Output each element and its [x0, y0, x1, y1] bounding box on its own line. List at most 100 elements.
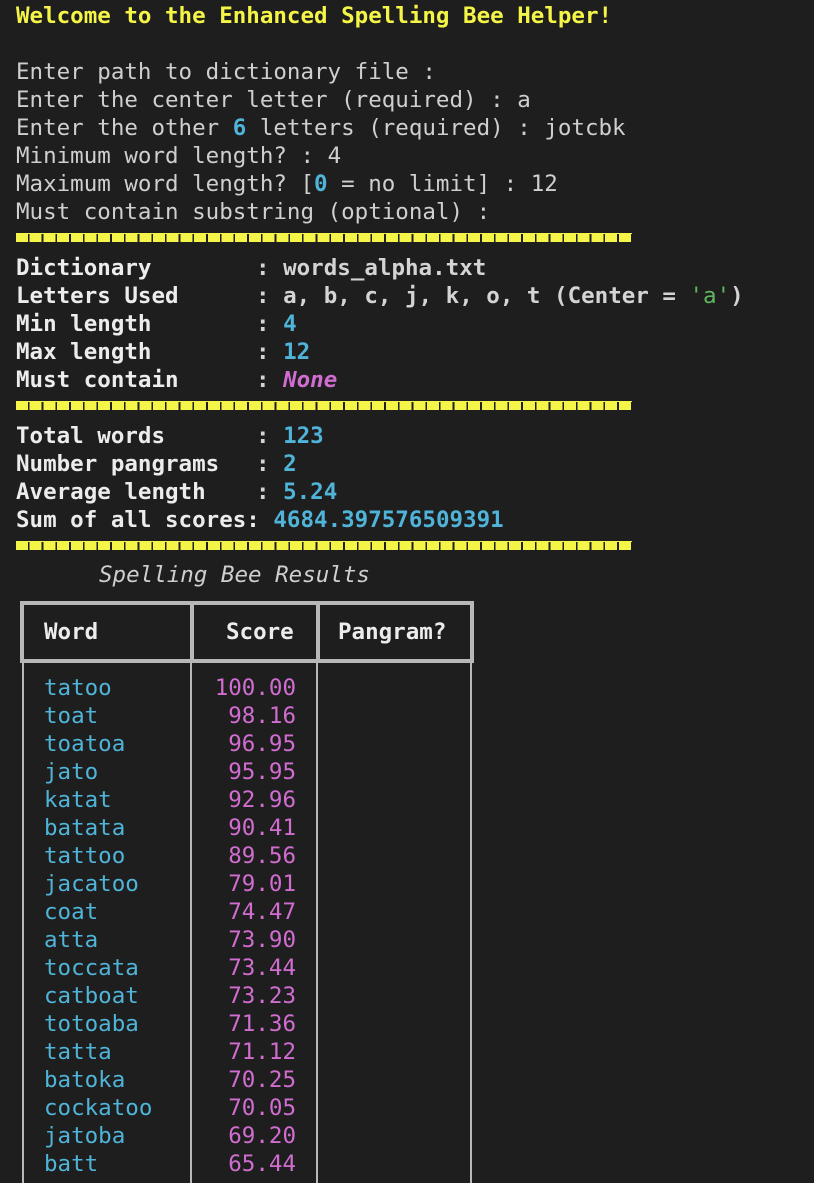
column-header-word: Word	[44, 619, 99, 645]
config-min-value: 4	[283, 311, 297, 337]
colon: :	[256, 451, 270, 477]
score-cell: 70.05	[228, 1095, 296, 1121]
stat-sum-scores: Sum of all scores: 4684.397576509391	[16, 506, 806, 534]
config-min-length: Min length: 4	[16, 310, 806, 338]
stat-avg-key: Average length	[16, 479, 206, 505]
table-row: jatoba 69.20	[20, 1122, 474, 1150]
score-cell: 71.36	[228, 1011, 296, 1037]
column-header-score: Score	[226, 619, 294, 645]
stat-pangrams: Number pangrams: 2	[16, 450, 806, 478]
column-header-pangram: Pangram?	[338, 619, 447, 645]
score-cell: 89.56	[228, 843, 296, 869]
word-cell: batoka	[44, 1067, 126, 1093]
config-contain-value: None	[283, 367, 338, 393]
config-max-key: Max length	[16, 339, 152, 365]
stat-pangram-key: Number pangrams	[16, 451, 220, 477]
prompt-other-value: jotcbk	[544, 115, 626, 141]
word-cell: toccata	[44, 955, 139, 981]
results-title: Spelling Bee Results	[99, 562, 370, 588]
stat-total-words: Total words: 123	[16, 422, 806, 450]
table-row: tatoo 100.00	[20, 674, 474, 702]
score-cell: 69.20	[228, 1123, 296, 1149]
table-row: jato 95.95	[20, 758, 474, 786]
prompt-min-label: Minimum word length? :	[16, 143, 315, 169]
score-cell: 71.12	[228, 1039, 296, 1065]
results-table-header: Word Score Pangram?	[20, 601, 474, 663]
word-cell: atta	[44, 927, 99, 953]
prompt-center-label: Enter the center letter (required) :	[16, 87, 504, 113]
prompt-max-label-pre: Maximum word length? [	[16, 171, 315, 197]
colon: :	[256, 255, 270, 281]
stat-sum-value: 4684.397576509391	[273, 507, 504, 533]
prompt-substring: Must contain substring (optional) :	[16, 198, 806, 226]
table-row: toccata 73.44	[20, 954, 474, 982]
config-dictionary-key: Dictionary	[16, 255, 152, 281]
word-cell: toat	[44, 703, 99, 729]
table-row: catboat 73.23	[20, 982, 474, 1010]
separator-line	[16, 394, 806, 422]
stat-sum-key: Sum of all scores:	[16, 507, 260, 533]
config-letters: Letters Used: a, b, c, j, k, o, t (Cente…	[16, 282, 806, 310]
prompt-other-label-pre: Enter the other	[16, 115, 233, 141]
table-row: coat 74.47	[20, 898, 474, 926]
config-center-letter: 'a'	[689, 283, 731, 309]
colon: :	[256, 339, 270, 365]
colon: :	[256, 479, 270, 505]
config-letters-value: a, b, c, j, k, o, t (Center =	[283, 283, 690, 309]
word-cell: batata	[44, 815, 126, 841]
prompt-min-length: Minimum word length? : 4	[16, 142, 806, 170]
config-dictionary-value: words_alpha.txt	[283, 255, 487, 281]
word-cell: tattoo	[44, 843, 126, 869]
separator-line	[16, 226, 806, 254]
word-cell: tatta	[44, 1039, 112, 1065]
score-cell: 95.95	[228, 759, 296, 785]
word-cell: cockatoo	[44, 1095, 153, 1121]
prompt-substring-label: Must contain substring (optional) :	[16, 199, 491, 225]
colon: :	[256, 283, 270, 309]
word-cell: totoaba	[44, 1011, 139, 1037]
stat-total-key: Total words	[16, 423, 166, 449]
prompt-center-letter: Enter the center letter (required) : a	[16, 86, 806, 114]
prompt-max-label-post: = no limit] :	[327, 171, 518, 197]
table-row: toatoa 96.95	[20, 730, 474, 758]
prompt-max-value: 12	[530, 171, 558, 197]
score-cell: 92.96	[228, 787, 296, 813]
config-min-key: Min length	[16, 311, 152, 337]
stat-avg-value: 5.24	[283, 479, 338, 505]
prompt-max-length: Maximum word length? [0 = no limit] : 12	[16, 170, 806, 198]
colon: :	[256, 423, 270, 449]
stat-total-value: 123	[283, 423, 324, 449]
config-max-length: Max length: 12	[16, 338, 806, 366]
colon: :	[256, 311, 270, 337]
stat-average-length: Average length: 5.24	[16, 478, 806, 506]
table-row: batata 90.41	[20, 814, 474, 842]
table-row: totoaba 71.36	[20, 1010, 474, 1038]
table-row: cockatoo 70.05	[20, 1094, 474, 1122]
prompt-other-label-post: letters (required) :	[246, 115, 531, 141]
word-cell: jato	[44, 759, 99, 785]
word-cell: jatoba	[44, 1123, 126, 1149]
table-row: tattoo 89.56	[20, 842, 474, 870]
table-row: batt 65.44	[20, 1150, 474, 1178]
prompt-min-value: 4	[327, 143, 342, 169]
separator-line	[16, 534, 806, 562]
word-cell: katat	[44, 787, 112, 813]
config-max-value: 12	[283, 339, 311, 365]
prompt-dictionary: Enter path to dictionary file :	[16, 58, 806, 86]
config-contain-key: Must contain	[16, 367, 179, 393]
stat-pangram-value: 2	[283, 451, 297, 477]
colon: :	[256, 367, 270, 393]
column-divider	[190, 601, 194, 663]
welcome-banner: Welcome to the Enhanced Spelling Bee Hel…	[16, 3, 613, 29]
prompt-other-count: 6	[232, 115, 247, 141]
score-cell: 73.90	[228, 927, 296, 953]
word-cell: tatoo	[44, 675, 112, 701]
config-letters-close: )	[730, 283, 744, 309]
config-dictionary: Dictionary: words_alpha.txt	[16, 254, 806, 282]
config-letters-key: Letters Used	[16, 283, 179, 309]
score-cell: 98.16	[228, 703, 296, 729]
table-row: jacatoo 79.01	[20, 870, 474, 898]
score-cell: 73.44	[228, 955, 296, 981]
word-cell: catboat	[44, 983, 139, 1009]
